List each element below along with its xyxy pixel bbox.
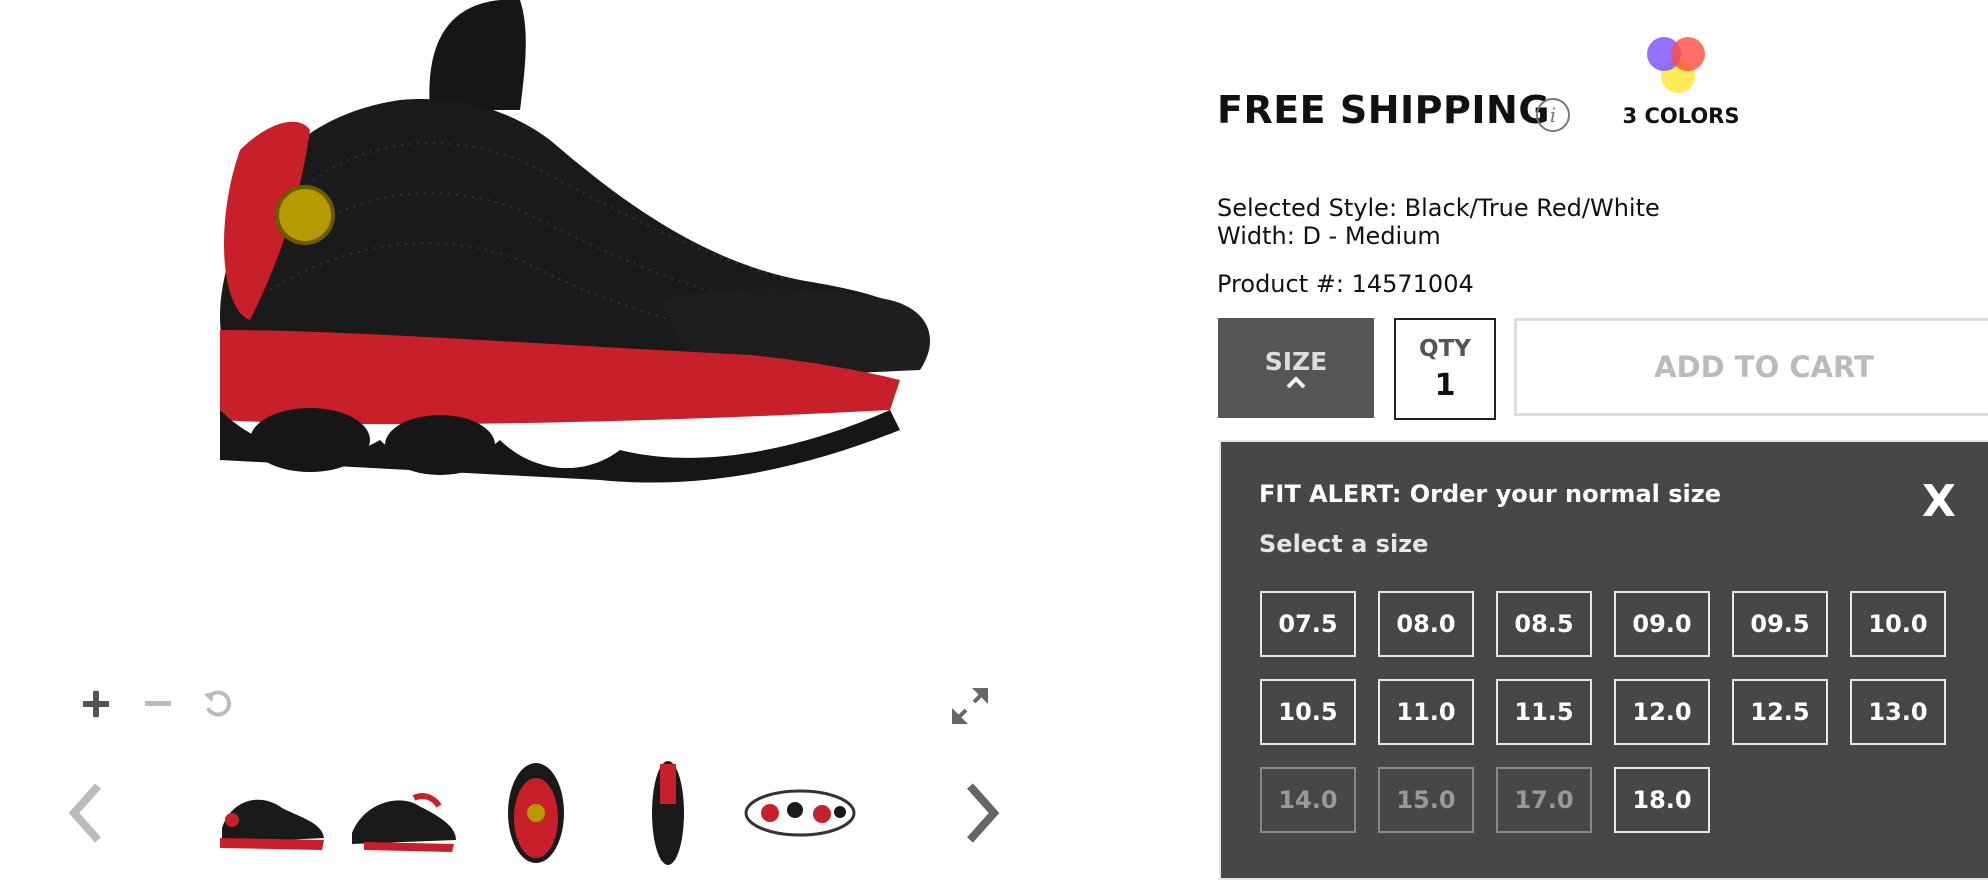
size-option[interactable]: 13.0 xyxy=(1850,679,1946,745)
selected-style: Selected Style: Black/True Red/White xyxy=(1217,194,1660,222)
plus-icon[interactable] xyxy=(74,682,118,726)
chevron-up-icon xyxy=(1286,375,1306,388)
size-option[interactable]: 10.5 xyxy=(1260,679,1356,745)
thumbnail-5[interactable] xyxy=(740,758,860,868)
size-option[interactable]: 11.0 xyxy=(1378,679,1474,745)
main-product-image[interactable] xyxy=(100,0,960,520)
minus-icon[interactable] xyxy=(136,682,180,726)
qty-value[interactable]: 1 xyxy=(1435,368,1456,403)
qty-label: QTY xyxy=(1419,335,1471,362)
close-icon[interactable]: X xyxy=(1922,476,1956,527)
color-swatch-icon[interactable] xyxy=(1644,34,1714,98)
thumbnail-1[interactable] xyxy=(212,758,332,868)
chevron-left-icon[interactable] xyxy=(62,778,108,848)
colors-count-label[interactable]: 3 COLORS xyxy=(1616,104,1746,128)
size-option[interactable]: 07.5 xyxy=(1260,591,1356,657)
size-option[interactable]: 18.0 xyxy=(1614,767,1710,833)
size-option[interactable]: 11.5 xyxy=(1496,679,1592,745)
expand-icon[interactable] xyxy=(948,684,992,728)
width-info: Width: D - Medium xyxy=(1217,222,1441,250)
quantity-field[interactable]: QTY 1 xyxy=(1394,318,1496,420)
size-option[interactable]: 09.0 xyxy=(1614,591,1710,657)
size-option[interactable]: 09.5 xyxy=(1732,591,1828,657)
thumbnail-2[interactable] xyxy=(344,758,464,868)
size-option: 15.0 xyxy=(1378,767,1474,833)
thumbnail-3[interactable] xyxy=(476,758,596,868)
info-icon[interactable]: i xyxy=(1536,98,1570,132)
size-label: SIZE xyxy=(1264,346,1328,376)
size-option: 14.0 xyxy=(1260,767,1356,833)
size-option: 17.0 xyxy=(1496,767,1592,833)
fit-alert-text: FIT ALERT: Order your normal size xyxy=(1259,480,1721,508)
product-number: Product #: 14571004 xyxy=(1217,270,1474,298)
add-to-cart-button[interactable]: ADD TO CART xyxy=(1514,318,1988,416)
rotate-icon[interactable] xyxy=(196,682,240,726)
size-option[interactable]: 12.5 xyxy=(1732,679,1828,745)
free-shipping-heading: FREE SHIPPING xyxy=(1217,88,1551,132)
size-option[interactable]: 12.0 xyxy=(1614,679,1710,745)
rating-stars xyxy=(1218,0,1418,6)
size-option[interactable]: 10.0 xyxy=(1850,591,1946,657)
size-option[interactable]: 08.5 xyxy=(1496,591,1592,657)
chevron-right-icon[interactable] xyxy=(960,778,1006,848)
size-option[interactable]: 08.0 xyxy=(1378,591,1474,657)
size-selector-button[interactable]: SIZE xyxy=(1218,318,1374,418)
select-size-prompt: Select a size xyxy=(1259,530,1429,558)
thumbnail-4[interactable] xyxy=(608,758,728,868)
